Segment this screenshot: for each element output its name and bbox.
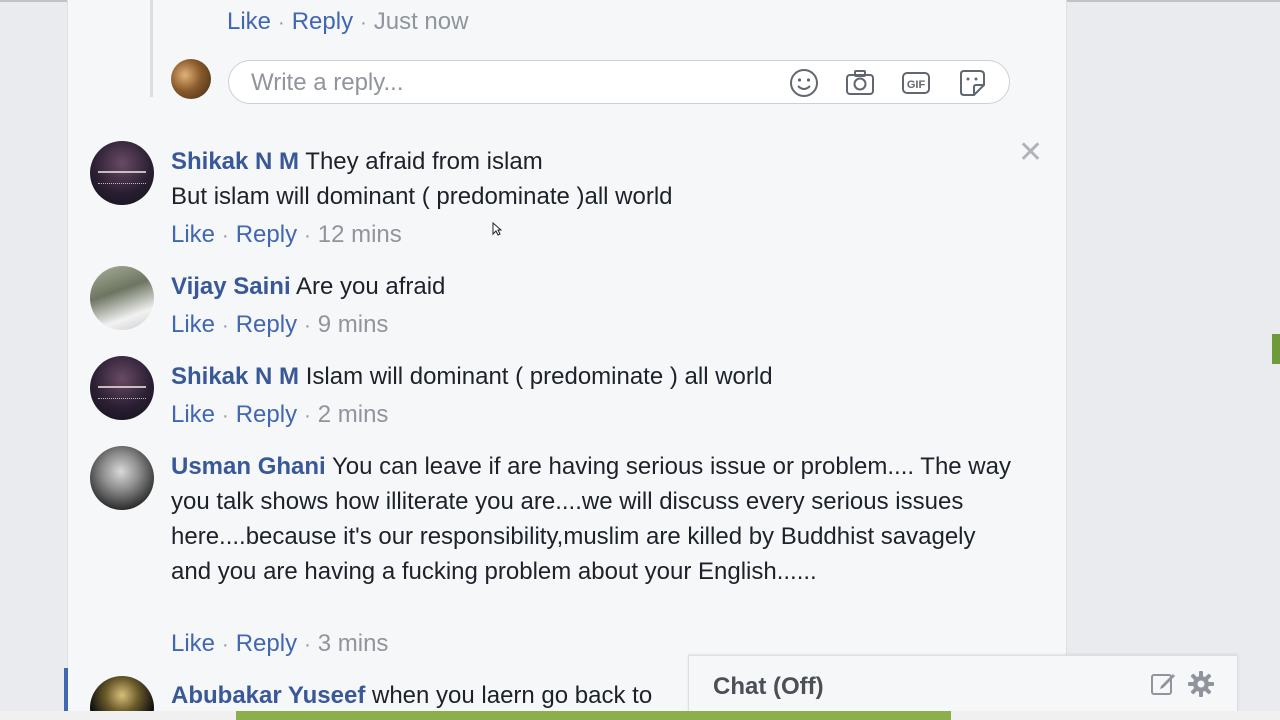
camera-icon[interactable] bbox=[845, 68, 875, 98]
horizontal-scrollbar-thumb[interactable] bbox=[236, 711, 951, 720]
comment-body: Abubakar Yuseef when you laern go back t… bbox=[171, 678, 691, 713]
comment-actions: Like · Reply · 2 mins bbox=[171, 401, 389, 428]
comment-author[interactable]: Vijay Saini bbox=[171, 273, 291, 300]
smiley-icon[interactable] bbox=[789, 68, 819, 98]
chat-label[interactable]: Chat (Off) bbox=[713, 673, 824, 701]
commenter-avatar[interactable] bbox=[90, 266, 154, 330]
reply-link[interactable]: Reply bbox=[292, 8, 353, 35]
reply-composer: GIF bbox=[228, 60, 1010, 104]
mouse-cursor-icon bbox=[492, 222, 502, 236]
compose-icon[interactable] bbox=[1149, 670, 1177, 698]
comment-body: Usman Ghani You can leave if are having … bbox=[171, 449, 1016, 589]
like-link[interactable]: Like bbox=[171, 630, 215, 657]
previous-reply-actions: Like · Reply · Just now bbox=[227, 8, 469, 35]
reply-link[interactable]: Reply bbox=[236, 311, 297, 338]
comment-author[interactable]: Shikak N M bbox=[171, 363, 299, 390]
reply-input[interactable] bbox=[251, 69, 771, 97]
page-scrollbar-thumb[interactable] bbox=[1272, 334, 1280, 364]
close-icon[interactable]: ✕ bbox=[1018, 138, 1043, 168]
timestamp[interactable]: 9 mins bbox=[318, 311, 389, 338]
commenter-avatar[interactable] bbox=[90, 446, 154, 510]
comment-author[interactable]: Usman Ghani bbox=[171, 453, 326, 480]
reply-link[interactable]: Reply bbox=[236, 401, 297, 428]
comment-actions: Like · Reply · 3 mins bbox=[171, 630, 389, 657]
svg-text:GIF: GIF bbox=[907, 79, 926, 91]
like-link[interactable]: Like bbox=[171, 401, 215, 428]
commenter-avatar[interactable] bbox=[90, 141, 154, 205]
comment-body: Shikak N M Islam will dominant ( predomi… bbox=[171, 359, 1031, 394]
like-link[interactable]: Like bbox=[171, 221, 215, 248]
comment-body: Shikak N M They afraid from islam But is… bbox=[171, 144, 1031, 214]
gif-icon[interactable]: GIF bbox=[901, 68, 931, 98]
timestamp[interactable]: 3 mins bbox=[318, 630, 389, 657]
comment-text: Islam will dominant ( predominate ) all … bbox=[305, 363, 773, 390]
timestamp[interactable]: Just now bbox=[374, 8, 469, 35]
comment-actions: Like · Reply · 9 mins bbox=[171, 311, 389, 338]
comment-author[interactable]: Abubakar Yuseef bbox=[171, 682, 365, 709]
like-link[interactable]: Like bbox=[227, 8, 271, 35]
sticker-icon[interactable] bbox=[957, 68, 987, 98]
like-link[interactable]: Like bbox=[171, 311, 215, 338]
comment-body: Vijay Saini Are you afraid bbox=[171, 269, 1031, 304]
reply-link[interactable]: Reply bbox=[236, 630, 297, 657]
gear-icon[interactable] bbox=[1187, 670, 1215, 698]
comment-text: when you laern go back to bbox=[371, 682, 653, 709]
timestamp[interactable]: 12 mins bbox=[318, 221, 402, 248]
reply-link[interactable]: Reply bbox=[236, 221, 297, 248]
reply-thread-line bbox=[150, 0, 153, 97]
timestamp[interactable]: 2 mins bbox=[318, 401, 389, 428]
comment-text: Are you afraid bbox=[295, 273, 446, 300]
comment-author[interactable]: Shikak N M bbox=[171, 148, 299, 175]
commenter-avatar[interactable] bbox=[90, 356, 154, 420]
current-user-avatar[interactable] bbox=[171, 59, 211, 99]
comment-actions: Like · Reply · 12 mins bbox=[171, 221, 402, 248]
